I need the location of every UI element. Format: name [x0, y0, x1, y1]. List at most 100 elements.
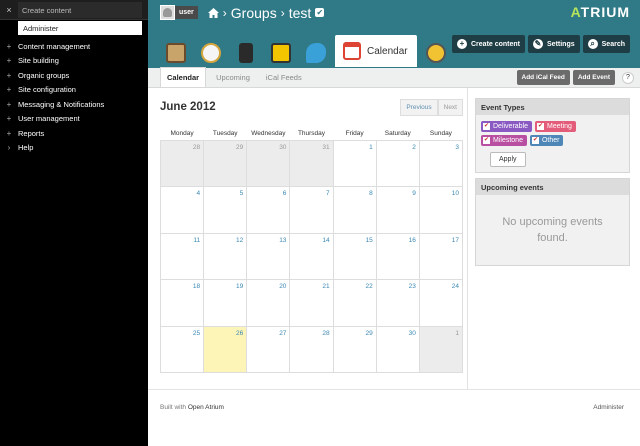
- day-cell[interactable]: 20: [246, 279, 291, 327]
- admin-item-messaging[interactable]: + Messaging & Notifications: [0, 97, 148, 112]
- day-cell[interactable]: 8: [332, 186, 377, 234]
- day-cell[interactable]: 14: [289, 232, 334, 280]
- filter-milestone[interactable]: ✔ Milestone: [481, 135, 527, 146]
- day-cell-today[interactable]: 26: [203, 325, 248, 373]
- notebook-icon: [201, 43, 221, 63]
- filter-label: Meeting: [547, 123, 572, 130]
- day-cell[interactable]: 29: [332, 325, 377, 373]
- add-event-button[interactable]: Add Event: [572, 70, 615, 85]
- day-cell[interactable]: 18: [159, 279, 205, 327]
- apply-button[interactable]: Apply: [490, 152, 526, 167]
- administer-link[interactable]: Administer: [18, 21, 142, 35]
- admin-item-user-management[interactable]: + User management: [0, 112, 148, 127]
- day-cell[interactable]: 9: [375, 186, 420, 234]
- day-cell[interactable]: 3: [418, 139, 464, 187]
- day-cell[interactable]: 25: [159, 325, 205, 373]
- checkbox-icon[interactable]: ✔: [483, 123, 490, 130]
- admin-item-site-configuration[interactable]: + Site configuration: [0, 83, 148, 98]
- day-cell[interactable]: 4: [159, 186, 205, 234]
- search-button[interactable]: ⌕ Search: [582, 35, 630, 53]
- weekday-header: Monday: [170, 130, 194, 138]
- day-cell[interactable]: 2: [375, 139, 420, 187]
- tab-calendar-view[interactable]: Calendar: [160, 67, 207, 87]
- filter-deliverable[interactable]: ✔ Deliverable: [481, 121, 533, 132]
- day-cell[interactable]: 1: [332, 139, 377, 187]
- admin-item-organic-groups[interactable]: + Organic groups: [0, 68, 148, 83]
- weekday-header: Thursday: [297, 130, 326, 138]
- tab-shoutbox[interactable]: [300, 39, 332, 67]
- day-cell[interactable]: 16: [375, 232, 420, 280]
- day-cell[interactable]: 27: [246, 325, 291, 373]
- tab-calendar[interactable]: Calendar: [335, 35, 417, 67]
- expand-icon[interactable]: +: [0, 129, 18, 138]
- expand-icon[interactable]: +: [0, 85, 18, 94]
- day-cell[interactable]: 13: [246, 232, 291, 280]
- open-atrium-link[interactable]: Open Atrium: [188, 404, 224, 411]
- expand-icon[interactable]: +: [0, 100, 18, 109]
- day-cell[interactable]: 22: [332, 279, 377, 327]
- admin-item-site-building[interactable]: + Site building: [0, 54, 148, 69]
- members-icon: [426, 43, 446, 63]
- next-button[interactable]: Next: [437, 98, 463, 116]
- settings-button[interactable]: ✎ Settings: [528, 35, 580, 53]
- admin-item-label: Site configuration: [18, 85, 76, 95]
- checkbox-icon[interactable]: ✔: [537, 123, 545, 130]
- weekday-row: Monday Tuesday Wednesday Thursday Friday…: [161, 128, 463, 140]
- close-icon[interactable]: ×: [0, 5, 18, 15]
- checkbox-icon[interactable]: ✔: [483, 137, 490, 144]
- filter-meeting[interactable]: ✔ Meeting: [535, 121, 576, 132]
- avatar[interactable]: [160, 5, 175, 20]
- day-cell[interactable]: 11: [159, 232, 205, 280]
- tab-dashboard[interactable]: [160, 39, 192, 67]
- day-cell[interactable]: 30: [246, 139, 291, 187]
- breadcrumb-groups[interactable]: Groups: [231, 5, 277, 21]
- add-ical-feed-button[interactable]: Add iCal Feed: [516, 70, 570, 85]
- previous-button[interactable]: Previous: [400, 98, 438, 116]
- admin-item-content-management[interactable]: + Content management: [0, 39, 148, 54]
- day-cell[interactable]: 19: [203, 279, 248, 327]
- admin-item-help[interactable]: › Help: [0, 141, 148, 156]
- checkbox-icon[interactable]: ✔: [531, 137, 539, 144]
- weekday-header: Saturday: [384, 130, 411, 138]
- day-cell[interactable]: 7: [289, 186, 334, 234]
- day-cell[interactable]: 21: [289, 279, 334, 327]
- dashboard-icon: [166, 43, 186, 63]
- day-cell[interactable]: 29: [203, 139, 248, 187]
- day-cell[interactable]: 17: [418, 232, 464, 280]
- admin-item-reports[interactable]: + Reports: [0, 126, 148, 141]
- home-icon[interactable]: [207, 7, 219, 18]
- expand-icon[interactable]: +: [0, 56, 18, 65]
- tab-members[interactable]: [420, 39, 452, 67]
- day-cell[interactable]: 12: [203, 232, 248, 280]
- help-button[interactable]: ?: [622, 72, 634, 84]
- day-cell[interactable]: 30: [375, 325, 420, 373]
- day-cell[interactable]: 5: [203, 186, 248, 234]
- day-cell[interactable]: 15: [332, 232, 377, 280]
- tab-case-tracker[interactable]: [265, 39, 297, 67]
- expand-icon[interactable]: +: [0, 114, 18, 123]
- create-content-button[interactable]: + Create content: [452, 35, 526, 53]
- filter-label: Deliverable: [493, 123, 529, 130]
- day-cell[interactable]: 31: [289, 139, 334, 187]
- filter-other[interactable]: ✔ Other: [529, 135, 564, 146]
- footer-admin-link[interactable]: Administer: [593, 404, 624, 411]
- day-cell[interactable]: 24: [418, 279, 464, 327]
- username[interactable]: user: [175, 6, 198, 19]
- create-content-link[interactable]: Create content: [18, 1, 142, 18]
- chevron-right-icon[interactable]: ›: [0, 143, 18, 152]
- breadcrumb-group[interactable]: test: [289, 5, 312, 21]
- day-cell[interactable]: 10: [418, 186, 464, 234]
- tab-notebook[interactable]: [195, 39, 227, 67]
- day-cell[interactable]: 23: [375, 279, 420, 327]
- day-cell[interactable]: 1: [418, 325, 464, 373]
- tab-ical-feeds[interactable]: iCal Feeds: [260, 68, 308, 87]
- day-cell[interactable]: 28: [289, 325, 334, 373]
- expand-icon[interactable]: +: [0, 71, 18, 80]
- tab-upcoming[interactable]: Upcoming: [210, 68, 256, 87]
- atrium-logo[interactable]: ATRIUM: [571, 4, 630, 20]
- expand-icon[interactable]: +: [0, 42, 18, 51]
- checkmark-icon[interactable]: ✔: [315, 8, 325, 17]
- tab-documents[interactable]: [230, 39, 262, 67]
- day-cell[interactable]: 28: [159, 139, 205, 187]
- day-cell[interactable]: 6: [246, 186, 291, 234]
